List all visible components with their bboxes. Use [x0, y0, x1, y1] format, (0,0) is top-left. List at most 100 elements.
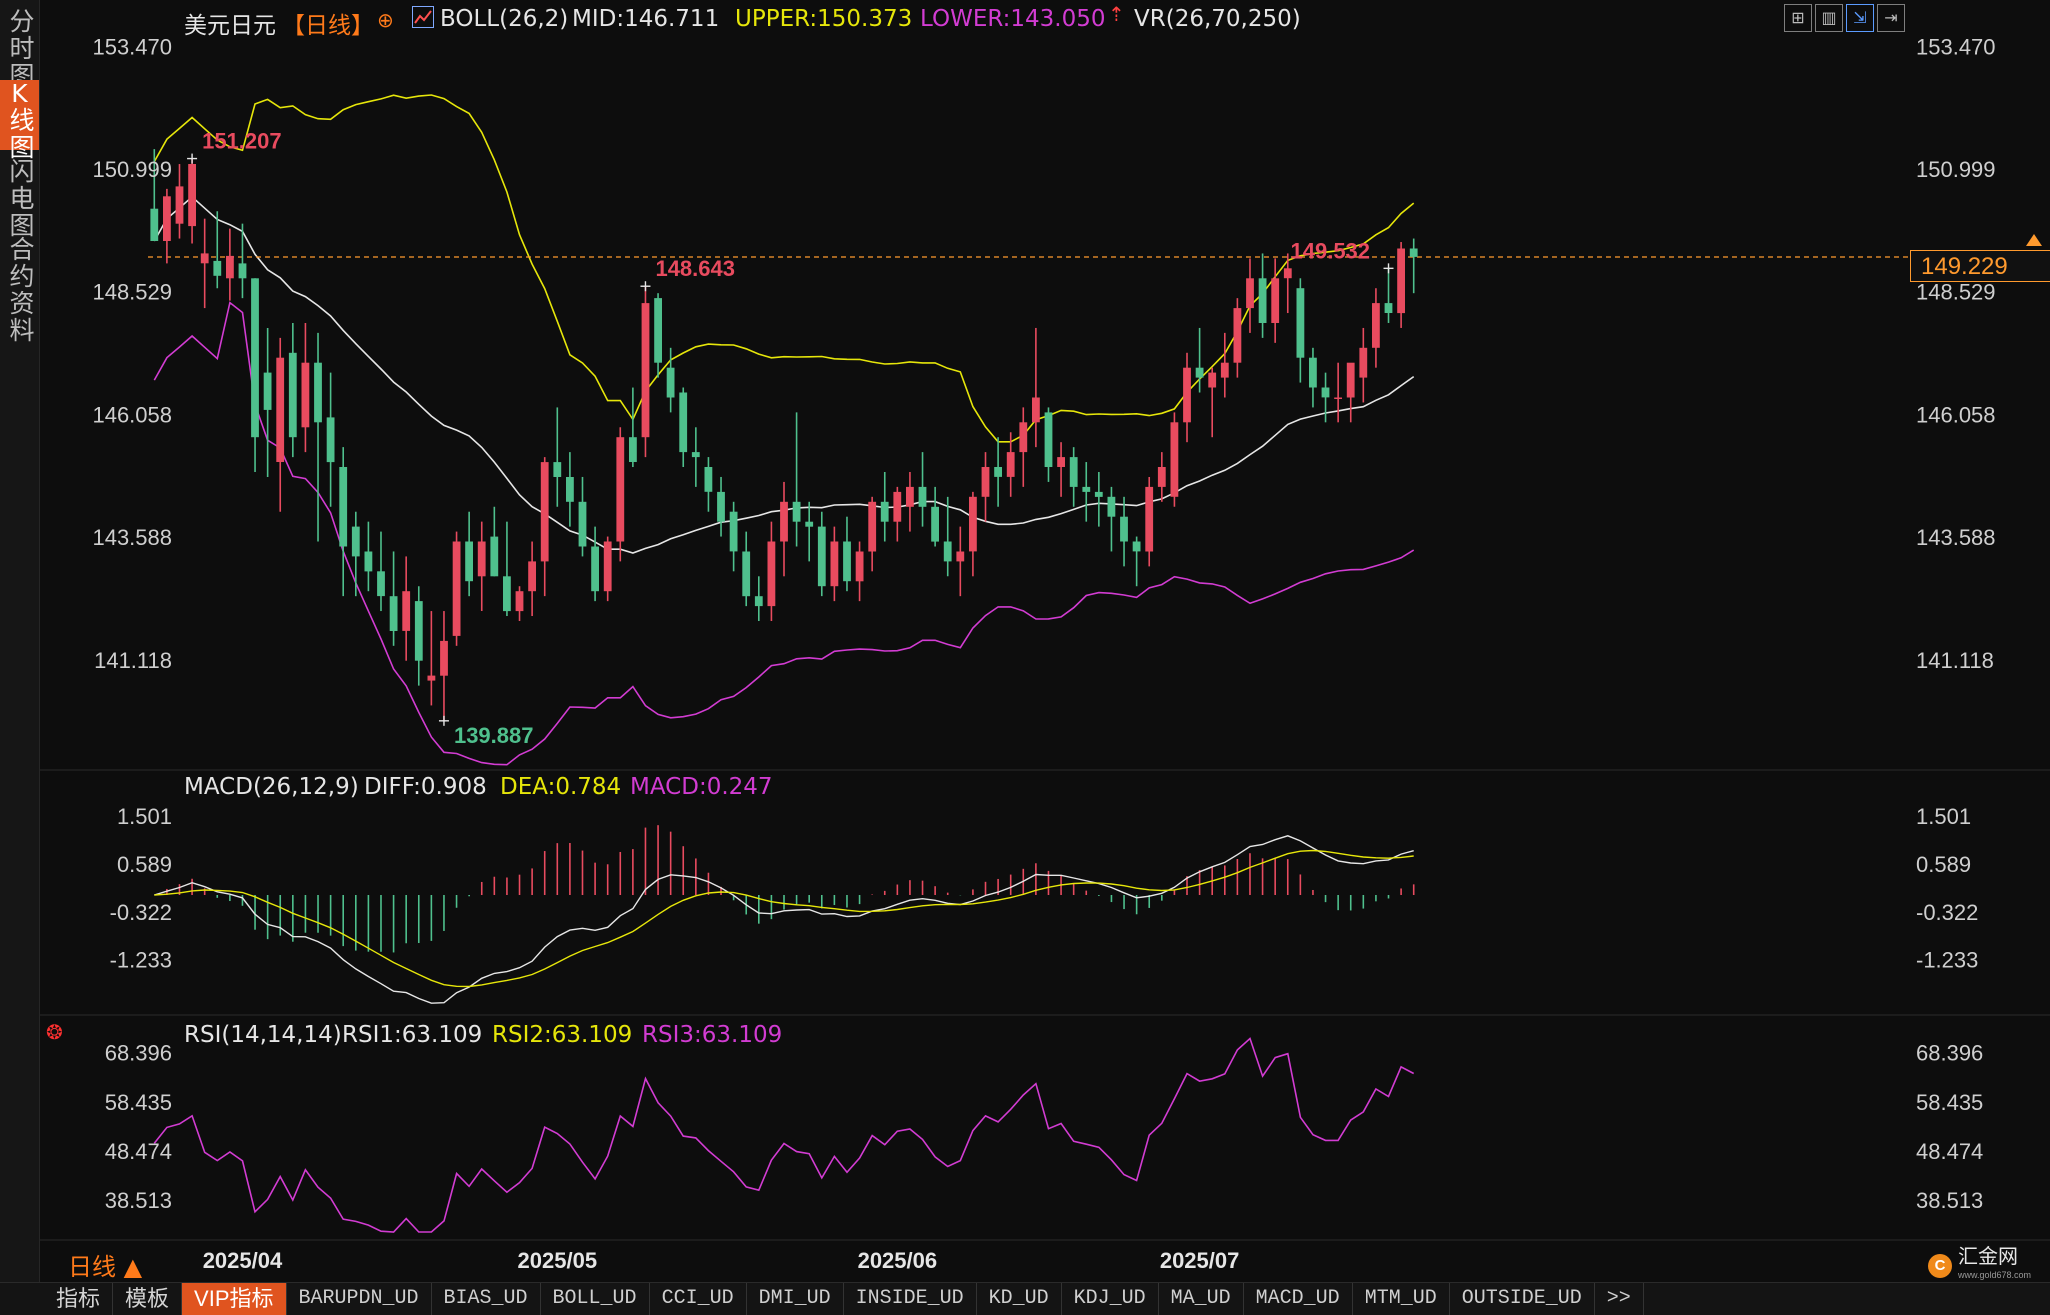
candle: [767, 521, 776, 621]
candle-body: [1346, 362, 1355, 398]
tab-k-line[interactable]: K线图: [0, 80, 39, 161]
indicator-tab[interactable]: MA_UD: [1159, 1283, 1244, 1315]
candle: [226, 228, 234, 301]
candle: [805, 501, 814, 562]
candle: [742, 531, 751, 607]
rsi-tick-label-right: 38.513: [1916, 1188, 1983, 1213]
candle: [288, 322, 297, 458]
indicator-tab[interactable]: KDJ_UD: [1062, 1283, 1159, 1315]
indicator-tab[interactable]: BIAS_UD: [432, 1283, 541, 1315]
candle-body: [1157, 467, 1166, 487]
candle-body: [1409, 248, 1418, 257]
left-sidebar: 分时图 K线图 闪电图 合约资料: [0, 0, 40, 1314]
tab-time-chart[interactable]: 分时图: [0, 8, 39, 89]
candle-body: [414, 601, 423, 661]
candle-body: [780, 501, 788, 542]
indicator-bar: 指标 模板 VIP指标 BARUPDN_UD BIAS_UD BOLL_UD CCI_UD D…: [0, 1282, 2050, 1315]
macd-title[interactable]: MACD(26,12,9): [184, 774, 359, 800]
indicator-tab[interactable]: KD_UD: [977, 1283, 1062, 1315]
indicator-tab[interactable]: BARUPDN_UD: [287, 1283, 432, 1315]
candle: [603, 536, 612, 602]
candle-body: [1283, 268, 1292, 279]
logo-icon: C: [1928, 1254, 1952, 1278]
candle-body: [452, 541, 461, 636]
candle-body: [1170, 422, 1179, 497]
candle-body: [717, 491, 725, 522]
candle-body: [893, 491, 902, 522]
candle-body: [805, 521, 814, 527]
indicator-tab[interactable]: MACD_UD: [1244, 1283, 1353, 1315]
candle: [1359, 327, 1368, 403]
indicator-tab[interactable]: MTM_UD: [1353, 1283, 1450, 1315]
candle-body: [591, 546, 599, 592]
candle: [389, 551, 398, 646]
candle-body: [1006, 452, 1015, 477]
candle: [578, 476, 587, 557]
candle-body: [1384, 303, 1393, 313]
candle-body: [440, 640, 448, 676]
candle: [817, 511, 826, 597]
candle: [1296, 278, 1305, 383]
candle-body: [817, 526, 826, 587]
candle-body: [515, 591, 524, 612]
kline-chart[interactable]: 151.207 148.643 149.532 139.887 153.470 153.…: [40, 0, 2050, 1282]
candle-body: [880, 501, 889, 522]
candle-body: [1044, 412, 1053, 467]
indicator-tab[interactable]: 指标: [0, 1283, 114, 1315]
indicator-tab[interactable]: INSIDE_UD: [844, 1283, 977, 1315]
candle-body: [1296, 288, 1305, 358]
candle: [1233, 298, 1242, 378]
macd-value: MACD:0.247: [630, 774, 773, 800]
candle: [1120, 496, 1128, 567]
candle-body: [1082, 486, 1091, 492]
rsi2-value: RSI2:63.109: [492, 1022, 633, 1048]
tab-lightning-chart[interactable]: 闪电图: [0, 158, 39, 239]
candle: [880, 471, 889, 542]
period-selector[interactable]: 日线 ▲: [68, 1247, 142, 1282]
candle: [1346, 362, 1355, 423]
date-axis-label: 2025/07: [1160, 1248, 1240, 1273]
candle: [1069, 447, 1078, 507]
high-price-label: 151.207: [202, 129, 282, 154]
price-tick-label-right: 148.529: [1916, 280, 1996, 305]
candle: [679, 387, 688, 468]
candle-body: [566, 477, 574, 502]
candle: [994, 437, 1002, 507]
indicator-tab[interactable]: BOLL_UD: [541, 1283, 650, 1315]
more-indicators-button[interactable]: >>: [1595, 1283, 1644, 1315]
candle-body: [200, 253, 209, 264]
rsi-title[interactable]: RSI(14,14,14): [184, 1022, 342, 1048]
candle-body: [301, 362, 310, 428]
candle-body: [1372, 303, 1380, 348]
candle-body: [1069, 457, 1078, 487]
candle-body: [868, 501, 877, 552]
candle-body: [1359, 347, 1368, 378]
indicator-tab[interactable]: DMI_UD: [747, 1283, 844, 1315]
candle-body: [931, 506, 939, 542]
candle-body: [163, 196, 171, 241]
macd-tick-label-left: 0.589: [117, 852, 172, 877]
indicator-tab[interactable]: CCI_UD: [650, 1283, 747, 1315]
macd-tick-label-right: 1.501: [1916, 804, 1971, 829]
candle: [704, 457, 713, 512]
candle: [326, 372, 335, 507]
candle-body: [263, 372, 272, 410]
indicator-tab[interactable]: OUTSIDE_UD: [1450, 1283, 1595, 1315]
candle: [981, 452, 990, 522]
indicator-tab[interactable]: VIP指标: [182, 1283, 287, 1315]
candle: [314, 332, 322, 542]
settings-icon[interactable]: ❂: [46, 1020, 63, 1044]
high-price-label: 148.643: [655, 256, 735, 281]
date-axis-label: 2025/06: [858, 1248, 938, 1273]
indicator-tab[interactable]: 模板: [113, 1283, 183, 1315]
price-tick-label-right: 141.118: [1916, 648, 1994, 673]
candle-body: [843, 541, 851, 582]
rsi-tick-label-left: 68.396: [105, 1041, 172, 1066]
candle-body: [1057, 457, 1065, 467]
rsi-tick-label-right: 58.435: [1916, 1090, 1983, 1115]
candle: [893, 486, 902, 542]
candle: [641, 286, 650, 458]
candle: [175, 164, 184, 239]
macd-tick-label-right: -1.233: [1916, 948, 1978, 973]
tab-contract-info[interactable]: 合约资料: [0, 236, 39, 344]
